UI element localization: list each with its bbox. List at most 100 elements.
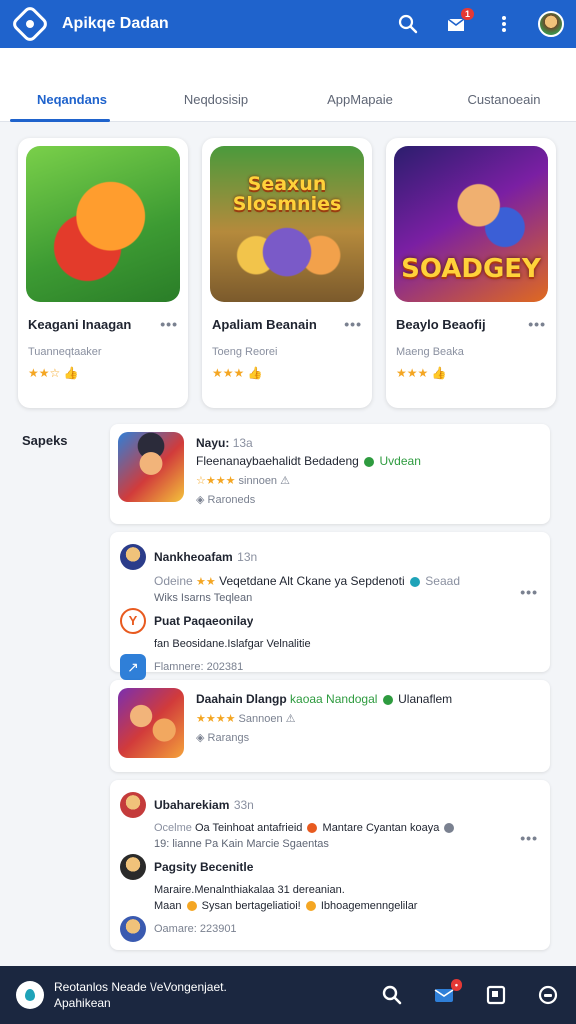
activity-feed: Nayu: 13a Fleenanaybaehalidt Bedadeng Uv… bbox=[110, 424, 550, 958]
feed-post[interactable]: Ubaharekiam 33n Ocelme Oa Teinhoat antaf… bbox=[110, 780, 550, 950]
post-app-icon[interactable] bbox=[118, 432, 184, 502]
post-status: Uvdean bbox=[379, 454, 421, 468]
post-meta: Raroneds bbox=[207, 494, 256, 506]
emoji-icon bbox=[305, 901, 316, 912]
card-title: Keagani Inaagan bbox=[28, 316, 132, 332]
warning-icon: ⚠ bbox=[280, 475, 290, 487]
post-app-icon[interactable] bbox=[118, 688, 184, 758]
more-options-icon[interactable]: ••• bbox=[520, 830, 538, 846]
card-rating: ★★☆ 👍 bbox=[26, 366, 180, 380]
post-text: Fleenanaybaehalidt Bedadeng bbox=[196, 454, 359, 468]
online-icon bbox=[364, 456, 375, 467]
messages-button[interactable]: • bbox=[432, 979, 462, 1007]
author-avatar[interactable] bbox=[120, 854, 146, 880]
author-avatar[interactable] bbox=[120, 544, 146, 570]
post-detail-extra: Marcie Sgaentas bbox=[246, 838, 329, 850]
card-rating: ★★★ 👍 bbox=[394, 366, 548, 380]
more-options-icon[interactable]: ••• bbox=[520, 584, 538, 600]
post-text-prefix: fan bbox=[154, 638, 170, 650]
author-avatar[interactable] bbox=[120, 792, 146, 818]
app-thumbnail[interactable] bbox=[26, 146, 180, 302]
tab-4[interactable]: Custanoeain bbox=[432, 90, 576, 121]
post-tag: kaoaa Nandogal bbox=[290, 692, 378, 706]
active-tab-indicator bbox=[10, 119, 110, 122]
post-meta: Rarangs bbox=[207, 732, 250, 744]
more-options-icon[interactable]: ••• bbox=[160, 316, 178, 332]
app-thumbnail[interactable]: Seaxun Slosmnies bbox=[210, 146, 364, 302]
card-subtitle: Tuanneqtaaker bbox=[28, 346, 102, 358]
post-footer: Flamnere: 202381 bbox=[154, 661, 244, 673]
emoji-icon bbox=[186, 901, 197, 912]
tab-bar-container: Neqandans Neqdosisip AppMapaie Custanoea… bbox=[0, 48, 576, 122]
mail-icon bbox=[434, 989, 454, 1002]
card-subtitle: Maeng Beaka bbox=[396, 346, 464, 358]
feed-post[interactable]: Nankheoafam 13n Odeine ★★ Veqetdane Alt … bbox=[110, 532, 550, 680]
library-button[interactable] bbox=[484, 983, 508, 1007]
overflow-menu-button[interactable] bbox=[490, 10, 518, 38]
top-app-bar: Apikqe Dadan 1 bbox=[0, 0, 576, 48]
feed-post[interactable]: Daahain Dlangp kaoaa Nandogal Ulanaflem … bbox=[110, 680, 550, 772]
post-footer: Oamare: 223901 bbox=[154, 923, 237, 935]
more-vertical-icon bbox=[502, 16, 506, 32]
star-rating-icon: ★★★★ bbox=[196, 713, 236, 725]
post-detail-label: Wiks bbox=[154, 592, 178, 604]
post-text-suffix: Mantare Cyantan koaya bbox=[322, 822, 440, 834]
post-text-suffix: Ibhoagemenngelilar bbox=[320, 900, 418, 912]
featured-card[interactable]: Keagani Inaagan ••• Tuanneqtaaker ★★☆ 👍 bbox=[18, 138, 188, 408]
post-author: Ubaharekiam bbox=[154, 798, 230, 812]
featured-card[interactable]: Seaxun Slosmnies Apaliam Beanain ••• Toe… bbox=[202, 138, 372, 408]
more-options-icon[interactable]: ••• bbox=[528, 316, 546, 332]
post-detail-label: 19: bbox=[154, 838, 170, 850]
post-highlight: Pagsity Becenitle bbox=[154, 860, 254, 874]
post-time: 13a bbox=[232, 436, 253, 450]
tab-bar: Neqandans Neqdosisip AppMapaie Custanoea… bbox=[0, 90, 576, 122]
app-badge-icon[interactable]: Y bbox=[120, 608, 146, 634]
search-button[interactable] bbox=[380, 983, 404, 1007]
post-author: Nankheoafam bbox=[154, 550, 233, 564]
search-icon bbox=[382, 985, 402, 1005]
rating-stars: ★★★ bbox=[396, 366, 429, 380]
profile-button[interactable] bbox=[536, 983, 560, 1007]
app-logo-icon[interactable] bbox=[16, 981, 44, 1009]
app-icon[interactable]: ↗ bbox=[120, 654, 146, 680]
more-options-icon[interactable]: ••• bbox=[344, 316, 362, 332]
post-time: 33n bbox=[233, 798, 254, 812]
post-author: Nayu: bbox=[196, 436, 230, 450]
notification-badge: 1 bbox=[460, 8, 474, 20]
app-thumbnail[interactable]: SOADGEY bbox=[394, 146, 548, 302]
post-text-prefix: Maan bbox=[154, 900, 182, 912]
tab-1[interactable]: Neqandans bbox=[0, 90, 144, 121]
post-text: Beosidane.Islafgar Velnalitie bbox=[172, 638, 311, 650]
post-prefix: Odeine bbox=[154, 574, 193, 588]
messages-badge-icon: • bbox=[450, 979, 462, 991]
search-icon bbox=[398, 14, 418, 34]
status-icon bbox=[409, 576, 420, 587]
post-text-suffix: Seaad bbox=[425, 574, 460, 588]
author-avatar[interactable] bbox=[120, 916, 146, 942]
tab-2[interactable]: Neqdosisip bbox=[144, 90, 288, 121]
app-logo-icon[interactable] bbox=[10, 4, 50, 44]
rating-stars: ★★☆ bbox=[28, 366, 61, 380]
warning-icon: ⚠ bbox=[285, 713, 296, 725]
post-text: Maraire.Menalnthiakalaa 31 dereanian. bbox=[154, 884, 345, 896]
featured-card[interactable]: SOADGEY Beaylo Beaofij ••• Maeng Beaka ★… bbox=[386, 138, 556, 408]
user-avatar[interactable] bbox=[538, 11, 564, 37]
post-text: Oa Teinhoat antafrieid bbox=[194, 822, 303, 834]
online-icon bbox=[382, 694, 393, 705]
feed-post[interactable]: Nayu: 13a Fleenanaybaehalidt Bedadeng Uv… bbox=[110, 424, 550, 524]
card-title: Apaliam Beanain bbox=[212, 316, 317, 332]
post-author: Daahain Dlangp bbox=[196, 692, 287, 706]
card-subtitle: Toeng Reorei bbox=[212, 346, 278, 358]
fire-icon bbox=[307, 823, 318, 834]
thumb-icon: 👍 bbox=[63, 366, 79, 380]
profile-icon bbox=[538, 985, 558, 1005]
stars-icon: ★★ bbox=[196, 576, 216, 588]
bottom-bar: Reotanlos Neade \/eVongenjaet. Apahikean… bbox=[0, 966, 576, 1024]
post-status: Ulanaflem bbox=[398, 692, 453, 706]
post-text: Veqetdane Alt Ckane ya Sepdenoti bbox=[219, 574, 405, 588]
tab-3[interactable]: AppMapaie bbox=[288, 90, 432, 121]
notifications-button[interactable]: 1 bbox=[442, 8, 474, 38]
square-icon bbox=[486, 985, 506, 1005]
thumb-icon: 👍 bbox=[247, 366, 263, 380]
search-button[interactable] bbox=[394, 10, 422, 38]
